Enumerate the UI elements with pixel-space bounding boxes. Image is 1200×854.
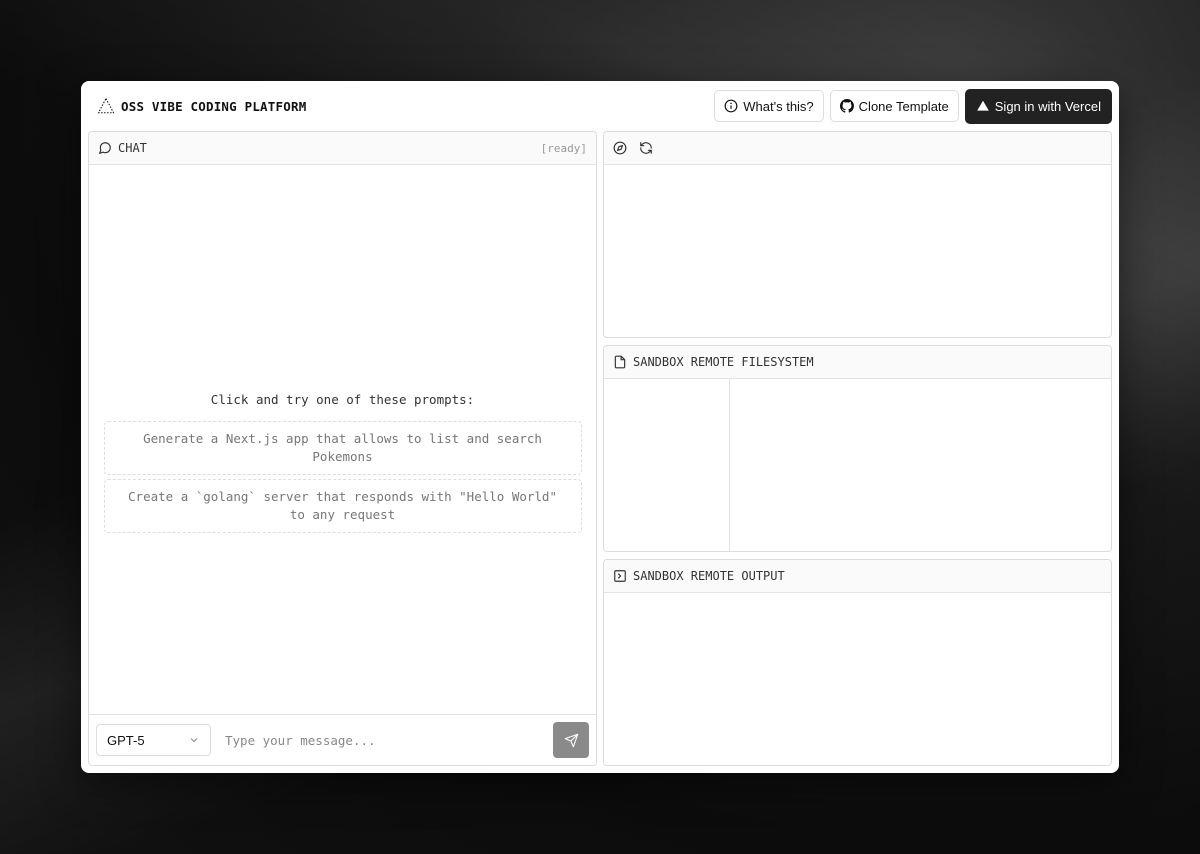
whats-this-label: What's this? — [743, 98, 814, 114]
chat-footer: GPT-5 — [89, 714, 596, 765]
file-icon — [614, 355, 626, 369]
info-icon — [724, 99, 738, 113]
triangle-dotted-icon — [97, 97, 115, 114]
app-title: OSS VIBE CODING PLATFORM — [121, 98, 307, 114]
whats-this-button[interactable]: What's this? — [714, 90, 824, 122]
file-tree[interactable] — [604, 379, 730, 551]
file-content[interactable] — [730, 379, 1111, 551]
compass-button[interactable] — [613, 141, 627, 155]
chat-panel: CHAT [ready] Click and try one of these … — [88, 131, 597, 766]
model-select[interactable]: GPT-5 — [96, 724, 211, 756]
send-button[interactable] — [553, 722, 589, 758]
brand: OSS VIBE CODING PLATFORM — [97, 97, 306, 115]
model-selected-label: GPT-5 — [107, 732, 145, 748]
terminal-icon — [614, 570, 626, 582]
message-input[interactable] — [225, 724, 553, 756]
filesystem-title: SANDBOX REMOTE FILESYSTEM — [633, 355, 814, 369]
preview-panel — [603, 131, 1112, 338]
filesystem-panel: SANDBOX REMOTE FILESYSTEM — [603, 345, 1112, 552]
clone-template-label: Clone Template — [858, 98, 949, 114]
message-circle-icon — [98, 142, 111, 155]
output-title: SANDBOX REMOTE OUTPUT — [633, 569, 785, 583]
prompt-suggestion[interactable]: Create a `golang` server that responds w… — [103, 479, 582, 533]
chat-body: Click and try one of these prompts: Gene… — [89, 165, 596, 714]
prompt-suggestion[interactable]: Generate a Next.js app that allows to li… — [103, 421, 582, 475]
compass-icon — [613, 141, 627, 155]
chevron-down-icon — [190, 738, 198, 743]
filesystem-body — [604, 379, 1111, 551]
send-icon — [564, 733, 578, 747]
github-icon — [839, 99, 854, 113]
sign-in-button[interactable]: Sign in with Vercel — [964, 88, 1112, 124]
top-bar: OSS VIBE CODING PLATFORM What's this? Cl… — [81, 81, 1119, 131]
chat-status: [ready] — [540, 141, 587, 155]
clone-template-button[interactable]: Clone Template — [829, 90, 959, 122]
app-window: OSS VIBE CODING PLATFORM What's this? Cl… — [81, 81, 1119, 773]
preview-header — [604, 132, 1111, 165]
refresh-icon — [640, 142, 652, 154]
chat-title: CHAT — [118, 141, 147, 155]
refresh-button[interactable] — [639, 141, 653, 155]
output-header: SANDBOX REMOTE OUTPUT — [604, 560, 1111, 593]
prompts-title: Click and try one of these prompts: — [210, 392, 475, 407]
sign-in-label: Sign in with Vercel — [994, 98, 1101, 114]
output-panel: SANDBOX REMOTE OUTPUT — [603, 559, 1112, 766]
filesystem-header: SANDBOX REMOTE FILESYSTEM — [604, 346, 1111, 379]
header-actions: What's this? Clone Template Sign in with… — [714, 88, 1112, 124]
chat-header: CHAT [ready] — [89, 132, 596, 165]
vercel-triangle-icon — [976, 100, 989, 111]
